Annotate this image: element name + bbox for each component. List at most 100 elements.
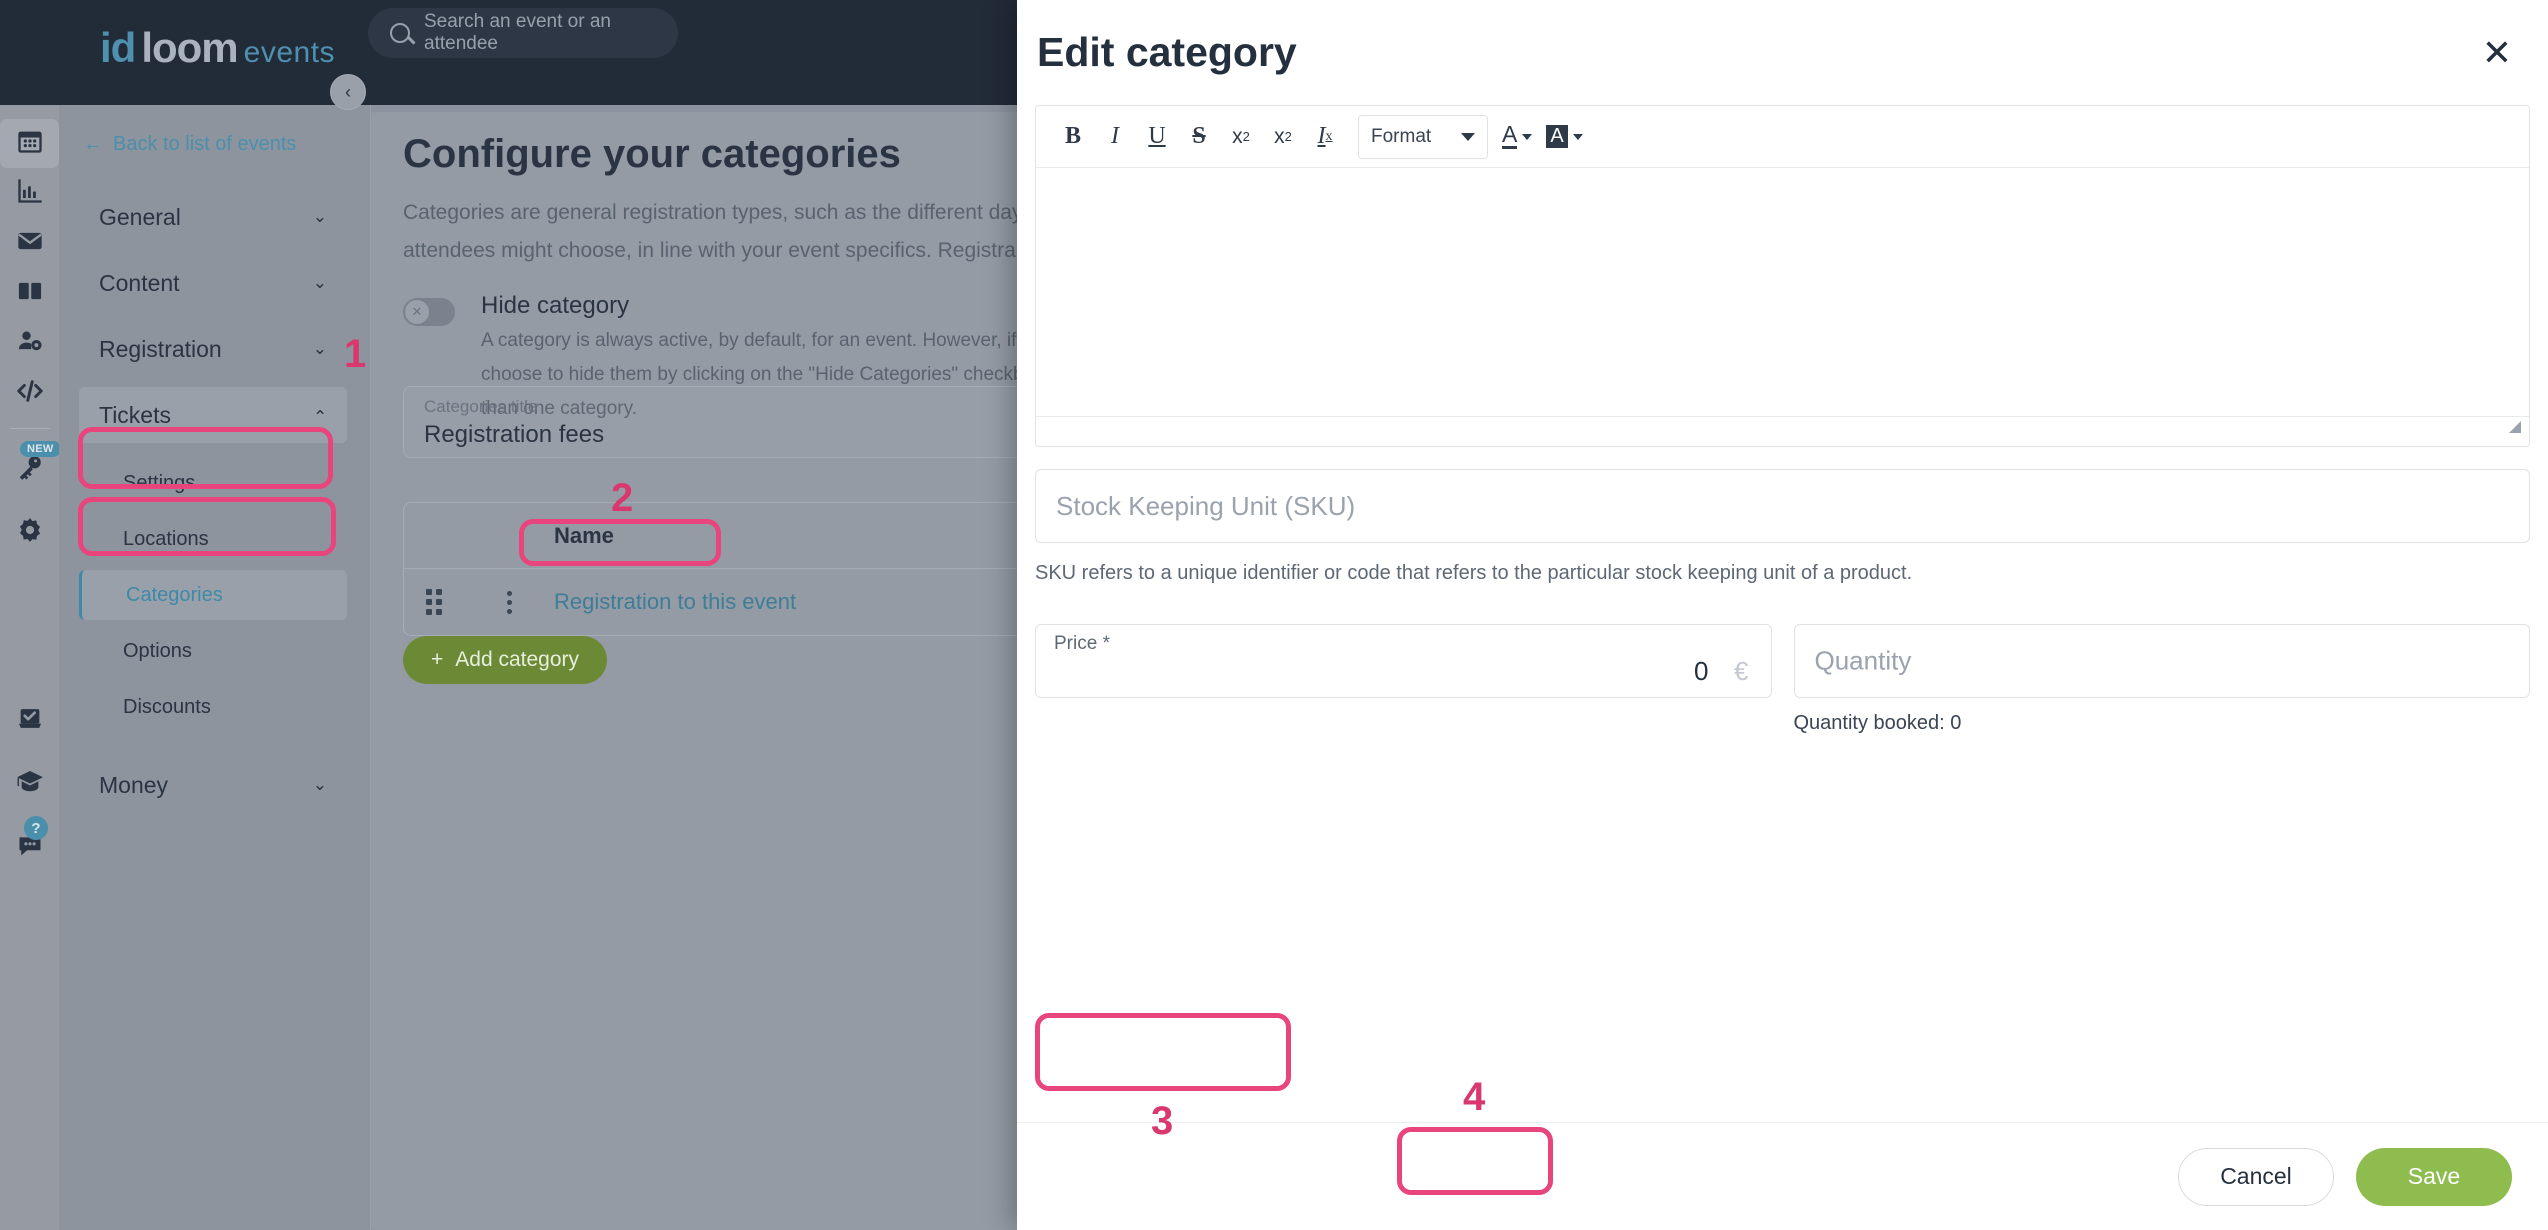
sku-hint: SKU refers to a unique identifier or cod… xyxy=(1035,562,1913,584)
annotation-number-3: 3 xyxy=(1151,1099,1174,1143)
nav-group-tickets-label: Tickets xyxy=(99,401,171,428)
calendar-icon xyxy=(16,127,44,160)
annotation-number-2: 2 xyxy=(611,476,634,520)
edit-category-modal: Edit category ✕ B I U S x2 x2 Ix Format xyxy=(1017,0,2548,1230)
bold-icon[interactable]: B xyxy=(1052,116,1094,158)
chevron-down-icon xyxy=(1522,133,1533,140)
background-color-icon[interactable]: A xyxy=(1546,125,1583,148)
underline-icon[interactable]: U xyxy=(1136,116,1178,158)
chevron-down-icon xyxy=(1461,132,1475,141)
price-field[interactable]: Price * 0 € xyxy=(1035,624,1772,698)
format-select-label: Format xyxy=(1371,125,1432,147)
rail-item-tasks[interactable] xyxy=(0,697,59,746)
rail-item-developers[interactable] xyxy=(0,369,59,418)
rail-item-settings[interactable] xyxy=(0,508,59,557)
page-title: Configure your categories xyxy=(403,132,901,176)
chevron-down-icon: ⌄ xyxy=(312,273,327,292)
price-label: Price * xyxy=(1054,633,1110,654)
rich-text-editor: B I U S x2 x2 Ix Format A A xyxy=(1035,105,2530,447)
category-name-link[interactable]: Registration to this event xyxy=(554,589,814,615)
search-placeholder: Search an event or an attendee xyxy=(424,11,611,54)
nav-group-tickets[interactable]: Tickets ⌄ xyxy=(79,387,347,443)
format-select[interactable]: Format xyxy=(1358,114,1488,159)
add-category-label: Add category xyxy=(455,648,580,671)
strikethrough-icon[interactable]: S xyxy=(1178,116,1220,158)
rail-item-mail[interactable] xyxy=(0,219,59,268)
nav-item-locations[interactable]: Locations xyxy=(79,514,347,564)
cancel-button[interactable]: Cancel xyxy=(2178,1147,2334,1206)
sku-placeholder: Stock Keeping Unit (SKU) xyxy=(1056,490,1356,521)
nav-group-money-label: Money xyxy=(99,771,169,798)
rail-divider xyxy=(9,428,50,429)
chevron-down-icon: ⌄ xyxy=(312,339,327,358)
bg-color-glyph: A xyxy=(1546,125,1568,148)
search-input[interactable]: Search an event or an attendee xyxy=(368,8,678,58)
hide-category-toggle[interactable]: ✕ xyxy=(403,298,455,326)
modal-header: Edit category ✕ xyxy=(1017,0,2548,105)
nav-item-options-label: Options xyxy=(123,639,192,662)
quantity-placeholder: Quantity xyxy=(1814,645,1912,676)
nav-item-categories[interactable]: Categories xyxy=(79,570,347,620)
nav-item-locations-label: Locations xyxy=(123,527,209,550)
back-to-events-link[interactable]: ← Back to list of events xyxy=(83,133,296,156)
rail-item-statistics[interactable] xyxy=(0,169,59,218)
chevron-left-icon: ‹ xyxy=(345,81,351,102)
app-logo[interactable]: id loom events xyxy=(100,24,335,72)
categories-title-value: Registration fees xyxy=(424,421,605,448)
nav-group-registration-label: Registration xyxy=(99,335,222,362)
remove-format-icon[interactable]: Ix xyxy=(1304,116,1346,158)
subscript-icon[interactable]: x2 xyxy=(1220,116,1262,158)
nav-item-discounts[interactable]: Discounts xyxy=(79,682,347,732)
close-icon[interactable]: ✕ xyxy=(2482,34,2512,71)
chevron-down-icon: ⌄ xyxy=(312,207,327,226)
nav-group-content[interactable]: Content ⌄ xyxy=(79,255,347,311)
logo-events: events xyxy=(243,36,336,69)
nav-group-general[interactable]: General ⌄ xyxy=(79,189,347,245)
modal-footer: Cancel Save xyxy=(1017,1122,2548,1230)
plus-icon: + xyxy=(431,648,444,671)
nav-item-categories-label: Categories xyxy=(126,583,223,606)
event-nav: ← Back to list of events General ⌄ Conte… xyxy=(59,105,371,1230)
resize-handle-icon[interactable] xyxy=(2509,421,2521,433)
currency-symbol: € xyxy=(1734,656,1749,686)
nav-item-options[interactable]: Options xyxy=(79,626,347,676)
quantity-field[interactable]: Quantity xyxy=(1793,624,2530,698)
add-category-button[interactable]: + Add category xyxy=(403,636,608,684)
drag-handle-icon[interactable] xyxy=(404,589,464,615)
rail-badge-help: ? xyxy=(24,816,48,840)
modal-title: Edit category xyxy=(1037,29,1297,75)
nav-item-discounts-label: Discounts xyxy=(123,695,211,718)
rail-item-events[interactable] xyxy=(0,119,59,168)
rail-item-users[interactable] xyxy=(0,319,59,368)
chevron-down-icon: ⌄ xyxy=(312,775,327,794)
annotation-number-4: 4 xyxy=(1463,1075,1486,1119)
close-icon: ✕ xyxy=(405,300,429,324)
nav-item-settings[interactable]: Settings xyxy=(79,458,347,508)
gear-icon xyxy=(16,516,44,549)
nav-group-money[interactable]: Money ⌄ xyxy=(79,757,347,813)
superscript-icon[interactable]: x2 xyxy=(1262,116,1304,158)
collapse-nav-button[interactable]: ‹ xyxy=(330,74,366,110)
rail-item-access[interactable]: NEW xyxy=(0,441,61,494)
chart-icon xyxy=(16,177,44,210)
kebab-menu-icon[interactable] xyxy=(464,590,554,614)
rail-item-library[interactable] xyxy=(0,269,59,318)
rail-item-academy[interactable] xyxy=(0,760,59,809)
categories-title-label: Categories title xyxy=(424,397,538,416)
envelope-icon xyxy=(16,227,44,260)
price-value: 0 xyxy=(1694,656,1709,686)
nav-group-registration[interactable]: Registration ⌄ xyxy=(79,321,347,377)
annotation-number-1: 1 xyxy=(344,332,367,376)
rail-badge-new: NEW xyxy=(20,441,61,457)
quantity-booked-text: Quantity booked: 0 xyxy=(1793,712,1962,734)
logo-id: id xyxy=(100,24,136,71)
editor-content-area[interactable] xyxy=(1036,168,2529,416)
text-color-icon[interactable]: A xyxy=(1502,123,1533,149)
sku-input[interactable]: Stock Keeping Unit (SKU) xyxy=(1035,469,2530,543)
editor-footer xyxy=(1036,416,2529,446)
save-button[interactable]: Save xyxy=(2356,1147,2512,1206)
price-quantity-row: Price * 0 € Quantity Quantity booked: 0 xyxy=(1035,624,2530,735)
italic-icon[interactable]: I xyxy=(1094,116,1136,158)
rail-item-support[interactable]: ? xyxy=(0,816,59,872)
code-icon xyxy=(15,376,45,411)
